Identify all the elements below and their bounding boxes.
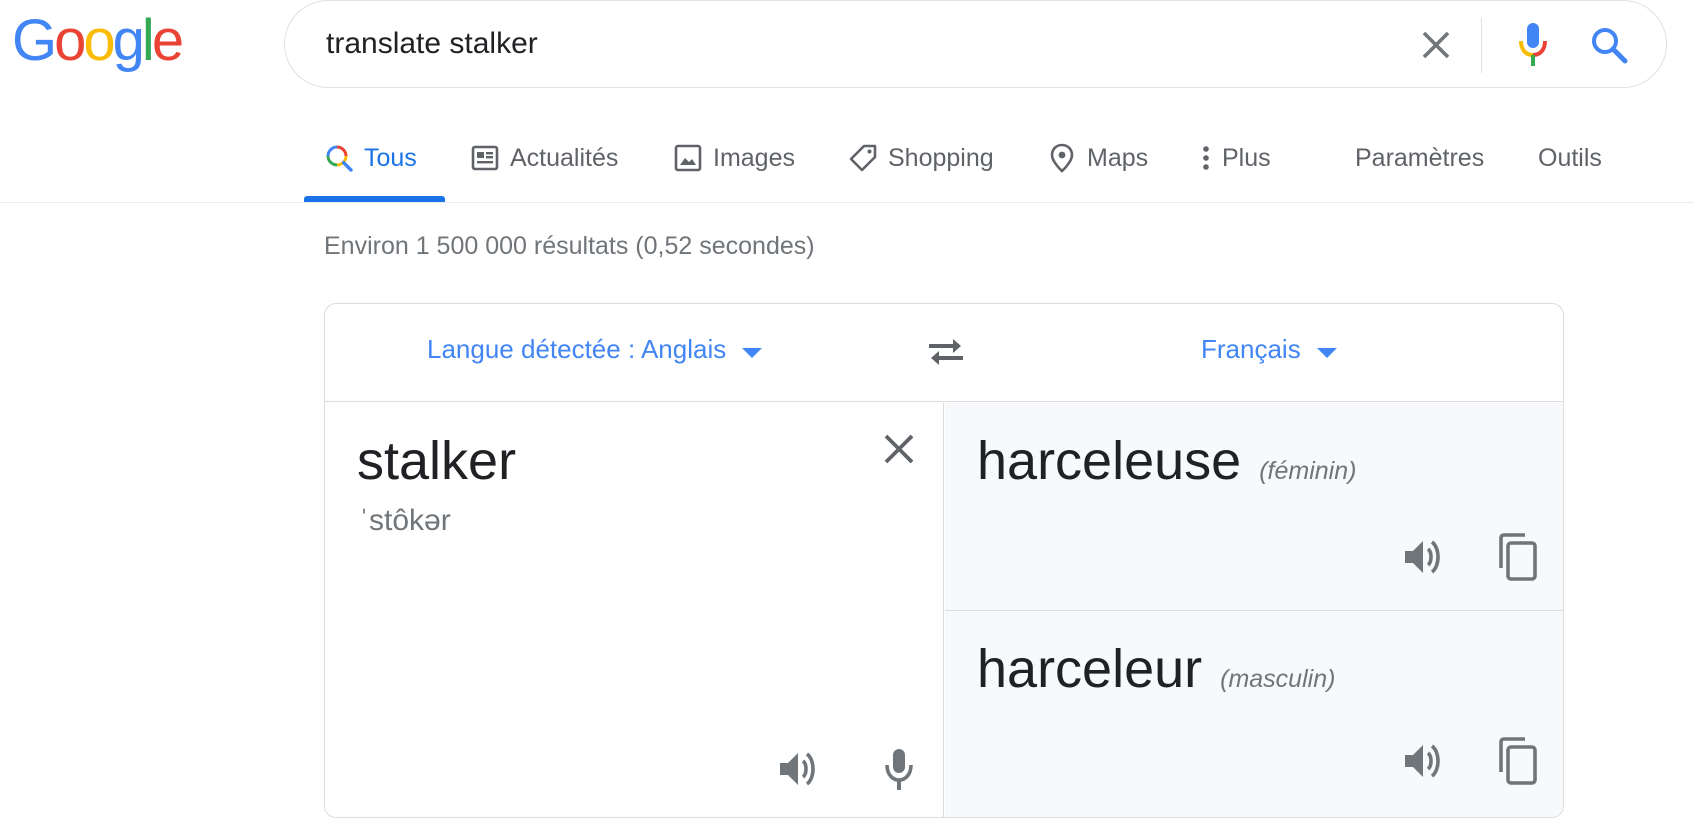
speaker-icon[interactable]	[1400, 737, 1448, 785]
speaker-icon[interactable]	[775, 745, 823, 793]
search-tabs: Tous Actualités Images Shopping Maps Plu…	[0, 110, 1694, 203]
source-pane[interactable]: stalker ˈstôkər	[325, 403, 944, 817]
tab-maps[interactable]: Maps	[1047, 138, 1148, 178]
tab-label: Shopping	[888, 143, 994, 172]
source-text[interactable]: stalker	[357, 429, 516, 493]
logo-letter: o	[54, 8, 86, 73]
tab-news[interactable]: Actualités	[470, 138, 618, 178]
translation-word: harceleur	[977, 639, 1203, 699]
tab-all[interactable]: Tous	[324, 138, 417, 178]
search-submit-icon[interactable]	[1587, 23, 1631, 67]
voice-search-icon[interactable]	[1513, 21, 1553, 69]
translation-gender: (masculin)	[1220, 665, 1336, 693]
target-language-select[interactable]: Français	[1201, 334, 1337, 365]
target-language-label: Français	[1201, 334, 1301, 364]
search-multicolor-icon	[324, 143, 354, 173]
translation-row: harceleuse (féminin)	[945, 403, 1563, 611]
tab-images[interactable]: Images	[673, 138, 795, 178]
search-box[interactable]: translate stalker	[284, 0, 1667, 88]
more-vertical-icon	[1198, 143, 1214, 173]
translation-word: harceleuse	[977, 431, 1242, 491]
copy-icon[interactable]	[1493, 531, 1541, 583]
clear-source-icon[interactable]	[877, 427, 921, 471]
image-icon	[673, 143, 703, 173]
tab-label: Maps	[1087, 143, 1149, 172]
active-tab-indicator	[304, 196, 445, 202]
tab-label: Plus	[1222, 143, 1271, 172]
speaker-icon[interactable]	[1400, 533, 1448, 581]
tab-label: Tous	[364, 143, 417, 172]
microphone-icon[interactable]	[879, 745, 919, 793]
translation-row: harceleur (masculin)	[945, 611, 1563, 817]
swap-languages-icon[interactable]	[923, 332, 969, 372]
translation-entry: harceleur (masculin)	[977, 637, 1335, 701]
caret-down-icon	[1316, 347, 1337, 358]
clear-search-icon[interactable]	[1415, 24, 1457, 66]
logo-letter: G	[12, 8, 57, 73]
map-pin-icon	[1047, 143, 1077, 173]
source-language-label: Langue détectée : Anglais	[427, 334, 727, 364]
result-stats: Environ 1 500 000 résultats (0,52 second…	[324, 232, 815, 260]
source-language-select[interactable]: Langue détectée : Anglais	[427, 334, 763, 365]
search-input[interactable]: translate stalker	[326, 25, 538, 63]
translate-header: Langue détectée : Anglais Français	[325, 304, 1563, 402]
source-phonetic: ˈstôkər	[359, 504, 451, 537]
copy-icon[interactable]	[1493, 735, 1541, 787]
logo-letter: o	[83, 8, 115, 73]
tab-label: Actualités	[510, 143, 619, 172]
translation-entry: harceleuse (féminin)	[977, 429, 1356, 493]
tab-label: Images	[713, 143, 795, 172]
news-icon	[470, 143, 500, 173]
search-divider	[1481, 18, 1482, 73]
translate-widget: Langue détectée : Anglais Français stalk…	[324, 303, 1564, 818]
tab-shopping[interactable]: Shopping	[848, 138, 994, 178]
logo-letter: e	[151, 8, 184, 73]
tools-link[interactable]: Outils	[1538, 138, 1602, 178]
google-logo[interactable]: Google	[12, 6, 184, 76]
translation-gender: (féminin)	[1259, 457, 1357, 485]
target-pane: harceleuse (féminin) harceleur (masculin…	[945, 403, 1563, 817]
caret-down-icon	[742, 347, 763, 358]
tag-icon	[848, 143, 878, 173]
logo-letter: l	[141, 8, 155, 73]
settings-link[interactable]: Paramètres	[1355, 138, 1484, 178]
tab-more[interactable]: Plus	[1198, 138, 1271, 178]
logo-letter: g	[112, 8, 145, 73]
